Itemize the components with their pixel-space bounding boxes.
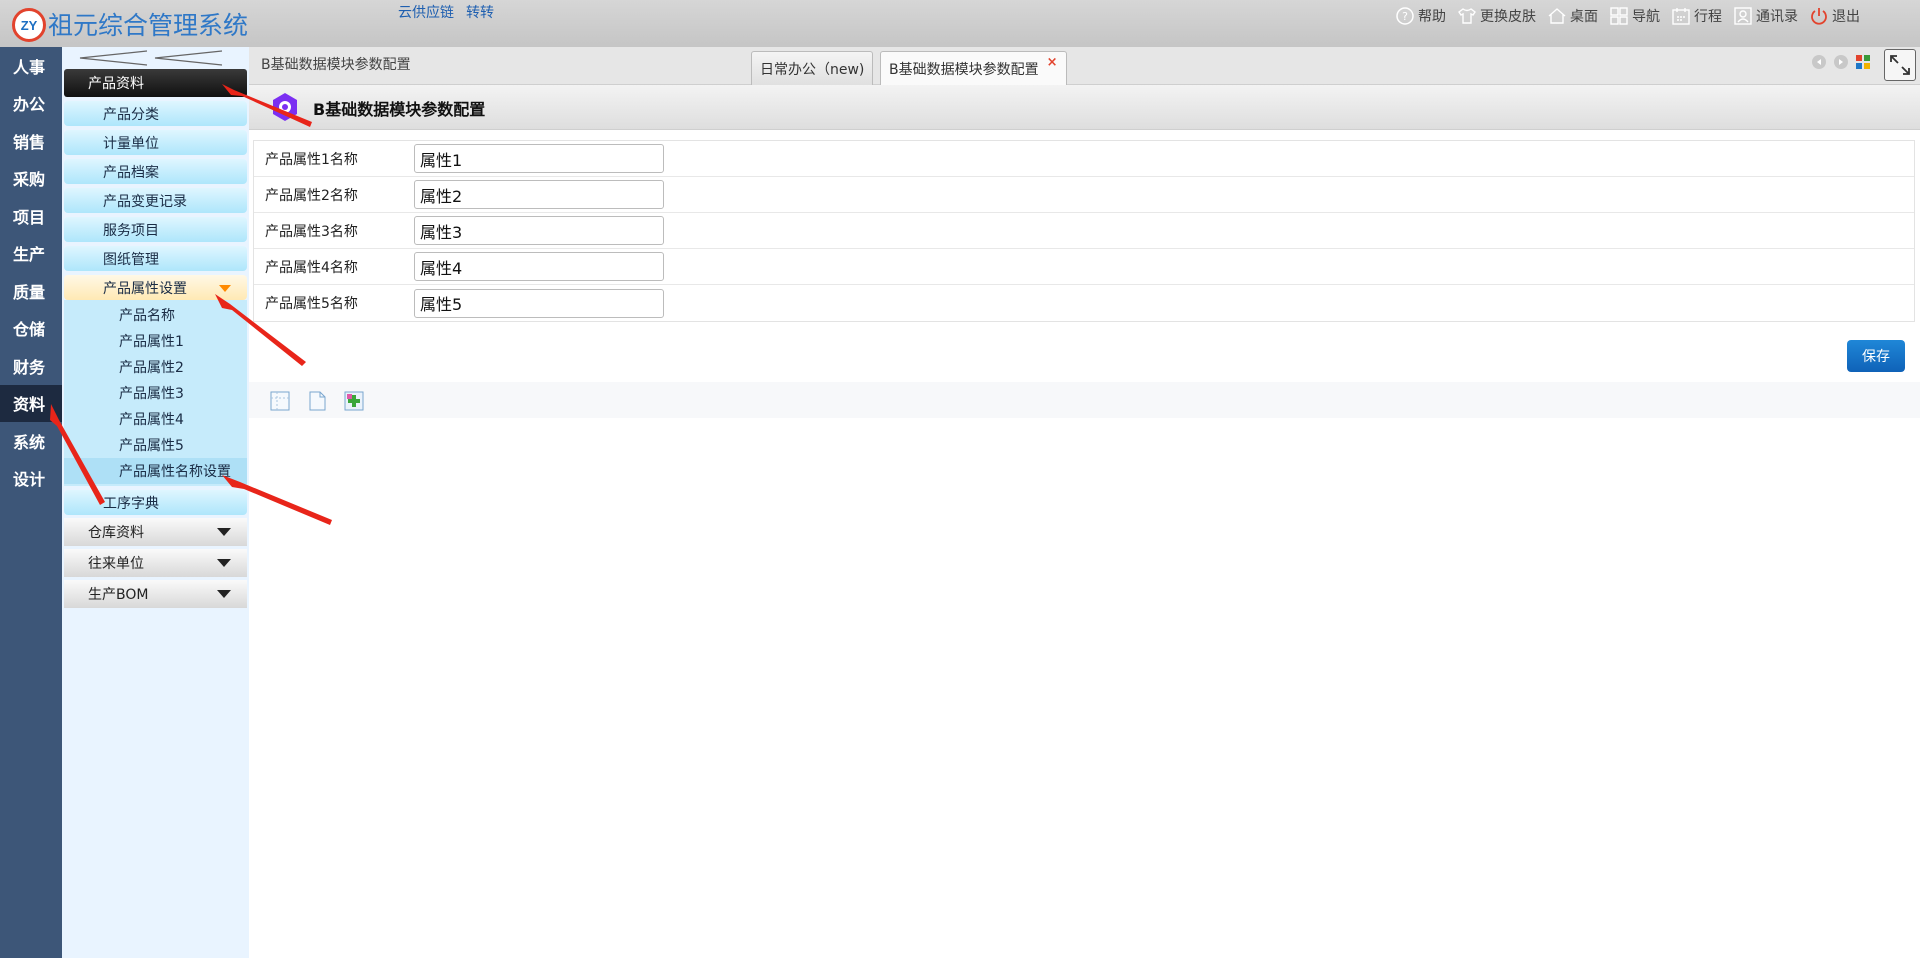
tab-controls — [1812, 55, 1870, 69]
top-menu: ? 帮助 更换皮肤 桌面 导航 行程 通讯录 退出 — [1394, 5, 1860, 27]
sidebar-subitem-attr-2[interactable]: 产品属性2 — [64, 354, 247, 380]
form-row: 产品属性4名称 — [254, 249, 1914, 285]
triangle-down-icon — [217, 528, 231, 536]
sidebar-item-product-change-log[interactable]: 产品变更记录 — [64, 188, 247, 213]
rail-item-finance[interactable]: 财务 — [0, 347, 62, 385]
form-row: 产品属性3名称 — [254, 213, 1914, 249]
contact-icon — [1734, 7, 1752, 25]
sidebar-item-drawings[interactable]: 图纸管理 — [64, 246, 247, 271]
tab-menu-icon[interactable] — [1856, 55, 1870, 69]
menu-navigation[interactable]: 导航 — [1608, 5, 1660, 27]
toolbar — [249, 382, 1920, 418]
menu-help[interactable]: ? 帮助 — [1394, 5, 1446, 27]
form-row: 产品属性2名称 — [254, 177, 1914, 213]
rail-item-warehouse[interactable]: 仓储 — [0, 310, 62, 348]
module-rail: 人事 办公 销售 采购 项目 生产 质量 仓储 财务 资料 系统 设计 — [0, 47, 62, 958]
field-label: 产品属性1名称 — [265, 151, 358, 168]
sidebar-category-warehouse[interactable]: 仓库资料 — [64, 518, 247, 546]
tab-next-icon[interactable] — [1834, 55, 1848, 69]
main-content: B基础数据模块参数配置 日常办公（new) B基础数据模块参数配置 × B基础数… — [249, 47, 1920, 958]
sidebar-subitem-attr-1[interactable]: 产品属性1 — [64, 328, 247, 354]
sidebar-subitem-attr-5[interactable]: 产品属性5 — [64, 432, 247, 458]
rail-item-purchase[interactable]: 采购 — [0, 160, 62, 198]
power-icon — [1811, 8, 1827, 25]
rail-item-sales[interactable]: 销售 — [0, 122, 62, 160]
sidebar-item-label: 产品属性设置 — [103, 280, 187, 297]
sidebar-item-process-dictionary[interactable]: 工序字典 — [64, 490, 247, 515]
rail-item-office[interactable]: 办公 — [0, 85, 62, 123]
top-header: ZY 祖元综合管理系统 云供应链 转转 ? 帮助 更换皮肤 桌面 导航 行程 通… — [0, 0, 1920, 47]
link-zhuanzhuan[interactable]: 转转 — [466, 2, 494, 22]
attr2-name-input[interactable] — [414, 180, 664, 209]
sidebar-submenu: 产品名称 产品属性1 产品属性2 产品属性3 产品属性4 产品属性5 产品属性名… — [64, 300, 247, 486]
add-field-icon[interactable] — [343, 390, 365, 412]
field-label: 产品属性3名称 — [265, 223, 358, 240]
rail-item-quality[interactable]: 质量 — [0, 272, 62, 310]
rail-item-project[interactable]: 项目 — [0, 197, 62, 235]
sidebar: 产品资料 产品分类 计量单位 产品档案 产品变更记录 服务项目 图纸管理 产品属… — [62, 47, 249, 958]
rail-item-design[interactable]: 设计 — [0, 460, 62, 498]
collapse-arrows-icon — [79, 50, 223, 66]
settings-form: 产品属性1名称 产品属性2名称 产品属性3名称 产品属性4名称 产品属性5名称 — [253, 140, 1915, 322]
table-layout-icon[interactable] — [269, 390, 291, 412]
settings-gear-icon — [273, 93, 297, 121]
home-icon — [1548, 8, 1566, 24]
sidebar-category-partners[interactable]: 往来单位 — [64, 549, 247, 577]
rail-item-hr[interactable]: 人事 — [0, 47, 62, 85]
tab-basic-data-config[interactable]: B基础数据模块参数配置 × — [880, 51, 1067, 85]
sidebar-subitem-attr-4[interactable]: 产品属性4 — [64, 406, 247, 432]
sidebar-category-bom[interactable]: 生产BOM — [64, 580, 247, 608]
shirt-icon — [1458, 8, 1476, 24]
triangle-down-icon — [217, 559, 231, 567]
field-label: 产品属性2名称 — [265, 187, 358, 204]
attr1-name-input[interactable] — [414, 144, 664, 173]
save-button[interactable]: 保存 — [1847, 340, 1905, 372]
menu-skin[interactable]: 更换皮肤 — [1456, 5, 1536, 27]
grid-icon — [1610, 7, 1628, 25]
tab-prev-icon[interactable] — [1812, 55, 1826, 69]
sidebar-item-product-category[interactable]: 产品分类 — [64, 101, 247, 126]
page-title: B基础数据模块参数配置 — [313, 100, 486, 119]
expand-icon — [1890, 55, 1910, 75]
sidebar-subitem-product-name[interactable]: 产品名称 — [64, 302, 247, 328]
sidebar-category-product-data[interactable]: 产品资料 — [64, 69, 247, 97]
sidebar-item-product-attr-settings[interactable]: 产品属性设置 — [64, 275, 247, 300]
field-label: 产品属性5名称 — [265, 296, 358, 312]
sidebar-item-service-items[interactable]: 服务项目 — [64, 217, 247, 242]
attr5-name-input[interactable] — [414, 288, 664, 318]
sidebar-item-product-archive[interactable]: 产品档案 — [64, 159, 247, 184]
document-icon[interactable] — [306, 390, 328, 412]
menu-schedule[interactable]: 行程 — [1670, 5, 1722, 27]
svg-text:?: ? — [1402, 10, 1408, 23]
triangle-down-icon — [217, 590, 231, 598]
page-header: B基础数据模块参数配置 — [249, 85, 1920, 130]
link-cloud-supply-chain[interactable]: 云供应链 — [398, 2, 454, 22]
form-row: 产品属性5名称 — [254, 285, 1914, 321]
menu-logout[interactable]: 退出 — [1808, 5, 1860, 27]
sidebar-subitem-attr-3[interactable]: 产品属性3 — [64, 380, 247, 406]
field-label: 产品属性4名称 — [265, 259, 358, 276]
sidebar-collapse-toggle[interactable] — [62, 47, 249, 69]
tab-bar: B基础数据模块参数配置 日常办公（new) B基础数据模块参数配置 × — [249, 47, 1920, 85]
rail-item-production[interactable]: 生产 — [0, 235, 62, 273]
sidebar-subitem-attr-name-settings[interactable]: 产品属性名称设置 — [64, 458, 247, 484]
tab-daily-office[interactable]: 日常办公（new) — [751, 51, 874, 85]
sidebar-item-unit[interactable]: 计量单位 — [64, 130, 247, 155]
fullscreen-button[interactable] — [1884, 49, 1916, 81]
app-logo: ZY — [12, 8, 46, 42]
attr3-name-input[interactable] — [414, 216, 664, 245]
app-title: 祖元综合管理系统 — [48, 11, 249, 40]
menu-contacts[interactable]: 通讯录 — [1732, 5, 1798, 27]
caret-down-icon — [219, 285, 231, 292]
form-row: 产品属性1名称 — [254, 141, 1914, 177]
close-icon[interactable]: × — [1047, 55, 1058, 70]
attr4-name-input[interactable] — [414, 252, 664, 281]
help-icon: ? — [1396, 7, 1414, 25]
calendar-icon — [1672, 8, 1690, 25]
rail-item-system[interactable]: 系统 — [0, 422, 62, 460]
top-links: 云供应链 转转 — [398, 2, 494, 22]
menu-desktop[interactable]: 桌面 — [1546, 5, 1598, 27]
breadcrumb: B基础数据模块参数配置 — [261, 57, 411, 73]
rail-item-data[interactable]: 资料 — [0, 384, 62, 422]
